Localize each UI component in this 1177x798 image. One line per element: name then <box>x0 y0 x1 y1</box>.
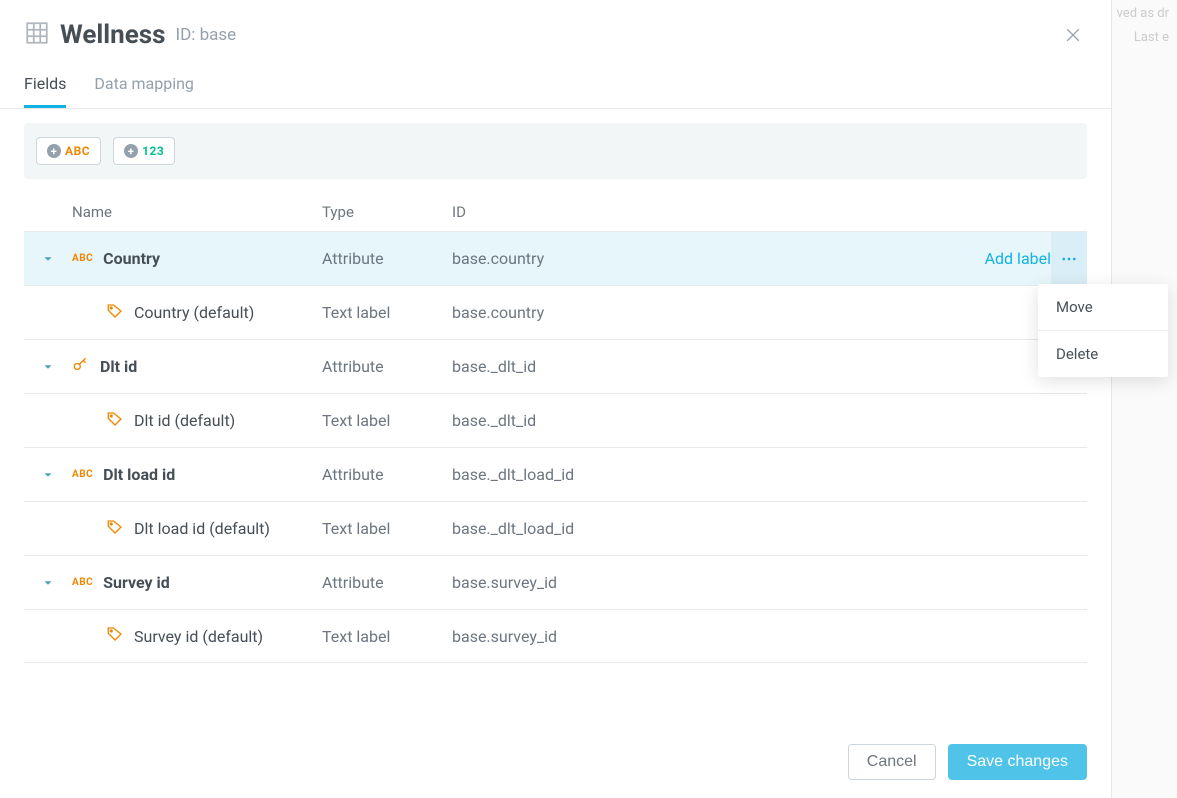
field-name: Country <box>103 249 160 268</box>
dataset-modal: Wellness ID: base Fields Data mapping + … <box>0 0 1112 798</box>
backdrop-text-2: Last e <box>1134 30 1169 45</box>
table-header: Name Type ID <box>24 187 1087 231</box>
abc-icon: ABC <box>72 577 93 588</box>
field-type: Text label <box>322 627 452 646</box>
table-row[interactable]: Dlt id Attribute base._dlt_id <box>24 339 1087 393</box>
abc-icon: ABC <box>72 469 93 480</box>
add-label-button[interactable]: Add label <box>985 249 1051 268</box>
backdrop-text-1: ved as dr <box>1117 6 1169 21</box>
field-type: Attribute <box>322 465 452 484</box>
field-type: Attribute <box>322 249 452 268</box>
dataset-icon <box>24 20 50 50</box>
modal-header: Wellness ID: base <box>0 20 1111 50</box>
menu-item-delete[interactable]: Delete <box>1038 330 1168 377</box>
col-id: ID <box>452 203 941 221</box>
fields-table: Name Type ID ABC Country Attribute base.… <box>24 187 1087 663</box>
expand-toggle[interactable] <box>24 576 72 590</box>
tab-fields[interactable]: Fields <box>24 74 66 108</box>
save-button[interactable]: Save changes <box>948 744 1087 780</box>
table-row[interactable]: Dlt load id (default) Text label base._d… <box>24 501 1087 555</box>
table-row[interactable]: Survey id (default) Text label base.surv… <box>24 609 1087 663</box>
tag-icon <box>106 302 124 324</box>
field-name: Dlt id (default) <box>134 411 235 430</box>
close-button[interactable] <box>1059 21 1087 49</box>
field-id: base._dlt_load_id <box>452 465 941 484</box>
field-type: Attribute <box>322 357 452 376</box>
abc-label: ABC <box>65 145 90 157</box>
field-id: base._dlt_id <box>452 411 941 430</box>
field-name: Country (default) <box>134 303 254 322</box>
field-type: Text label <box>322 303 452 322</box>
field-id: base.country <box>452 303 941 322</box>
tag-icon <box>106 410 124 432</box>
menu-item-move[interactable]: Move <box>1038 284 1168 330</box>
field-name: Survey id (default) <box>134 627 263 646</box>
table-row[interactable]: Dlt id (default) Text label base._dlt_id <box>24 393 1087 447</box>
key-icon <box>72 356 90 378</box>
field-type: Attribute <box>322 573 452 592</box>
field-type: Text label <box>322 519 452 538</box>
page-subtitle: ID: base <box>176 25 237 45</box>
table-row[interactable]: Country (default) Text label base.countr… <box>24 285 1087 339</box>
tag-icon <box>106 518 124 540</box>
field-id: base.survey_id <box>452 627 941 646</box>
table-row[interactable]: ABC Country Attribute base.country Add l… <box>24 231 1087 285</box>
field-name: Dlt load id (default) <box>134 519 270 538</box>
toolbar: + ABC + 123 <box>24 123 1087 179</box>
abc-icon: ABC <box>72 253 93 264</box>
table-row[interactable]: ABC Dlt load id Attribute base._dlt_load… <box>24 447 1087 501</box>
plus-icon: + <box>47 144 61 158</box>
expand-toggle[interactable] <box>24 360 72 374</box>
add-fact-button[interactable]: + 123 <box>113 137 175 165</box>
plus-icon: + <box>124 144 138 158</box>
col-name: Name <box>72 203 322 221</box>
field-id: base._dlt_id <box>452 357 941 376</box>
field-name: Survey id <box>103 573 170 592</box>
tab-data-mapping[interactable]: Data mapping <box>94 74 194 108</box>
modal-footer: Cancel Save changes <box>0 726 1111 798</box>
num-label: 123 <box>142 145 164 157</box>
field-id: base._dlt_load_id <box>452 519 941 538</box>
table-row[interactable]: ABC Survey id Attribute base.survey_id <box>24 555 1087 609</box>
tag-icon <box>106 625 124 647</box>
field-type: Text label <box>322 411 452 430</box>
context-menu: Move Delete <box>1038 284 1168 377</box>
field-id: base.country <box>452 249 941 268</box>
field-name: Dlt load id <box>103 465 175 484</box>
expand-toggle[interactable] <box>24 468 72 482</box>
cancel-button[interactable]: Cancel <box>848 744 936 780</box>
field-id: base.survey_id <box>452 573 941 592</box>
expand-toggle[interactable] <box>24 252 72 266</box>
add-attribute-button[interactable]: + ABC <box>36 137 101 165</box>
more-actions-button[interactable] <box>1051 232 1087 285</box>
col-type: Type <box>322 203 452 221</box>
tabs: Fields Data mapping <box>0 74 1111 109</box>
field-name: Dlt id <box>100 357 137 376</box>
page-title: Wellness <box>60 20 166 50</box>
